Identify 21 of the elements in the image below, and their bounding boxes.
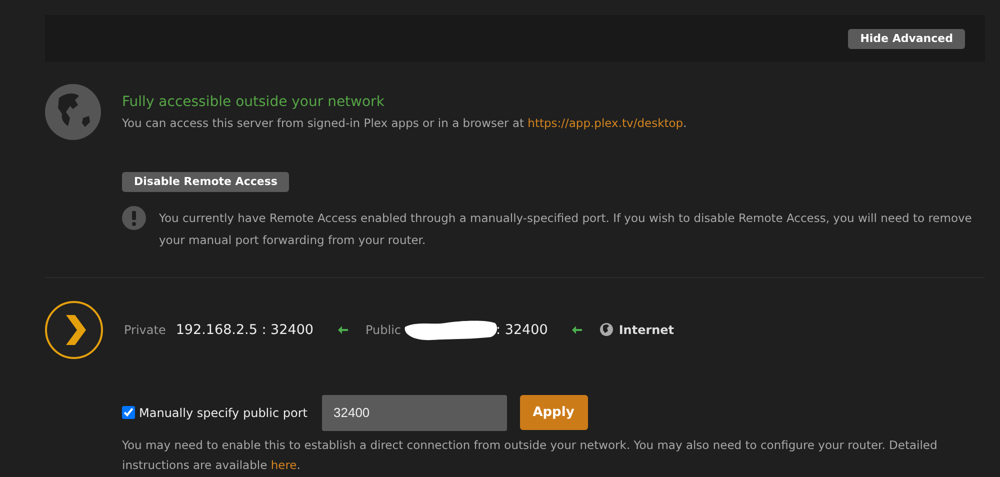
port-input-field[interactable]: 32400 — [322, 394, 506, 430]
disable-remote-access-button[interactable]: Disable Remote Access — [122, 172, 290, 192]
apply-button[interactable]: Apply — [520, 395, 588, 430]
help-text: You may need to enable this to establish a direct connection from outside your network. You may also need to configure your router. Detailed instructions are available here. — [122, 436, 938, 474]
arrow-left-icon — [572, 326, 582, 334]
internet-label: Internet — [618, 322, 674, 336]
private-label: Private — [124, 322, 166, 336]
private-address: 192.168.2.5 : 32400 — [176, 322, 314, 338]
public-label: Public — [366, 322, 402, 336]
hide-advanced-button[interactable]: Hide Advanced — [848, 28, 965, 48]
desktop-link[interactable]: https://app.plex.tv/desktop — [528, 116, 684, 130]
public-port: : 32400 — [496, 322, 548, 338]
status-description: You can access this server from signed-in Plex apps or in a browser at https://app.plex.tv/desktop. — [122, 116, 687, 130]
arrow-left-icon — [338, 326, 348, 334]
chevron-logo-icon — [45, 300, 103, 358]
warning-text: You currently have Remote Access enabled through a manually-specified port. If you wish to disable Remote Access, you will need to remove your manual port forwarding from your router. — [159, 210, 973, 248]
manual-port-checkbox[interactable] — [122, 406, 135, 419]
status-title: Fully accessible outside your network — [122, 94, 386, 110]
exclamation-icon — [122, 206, 146, 230]
checkbox-label: Manually specify public port — [139, 406, 308, 420]
here-link[interactable]: here — [270, 458, 297, 472]
